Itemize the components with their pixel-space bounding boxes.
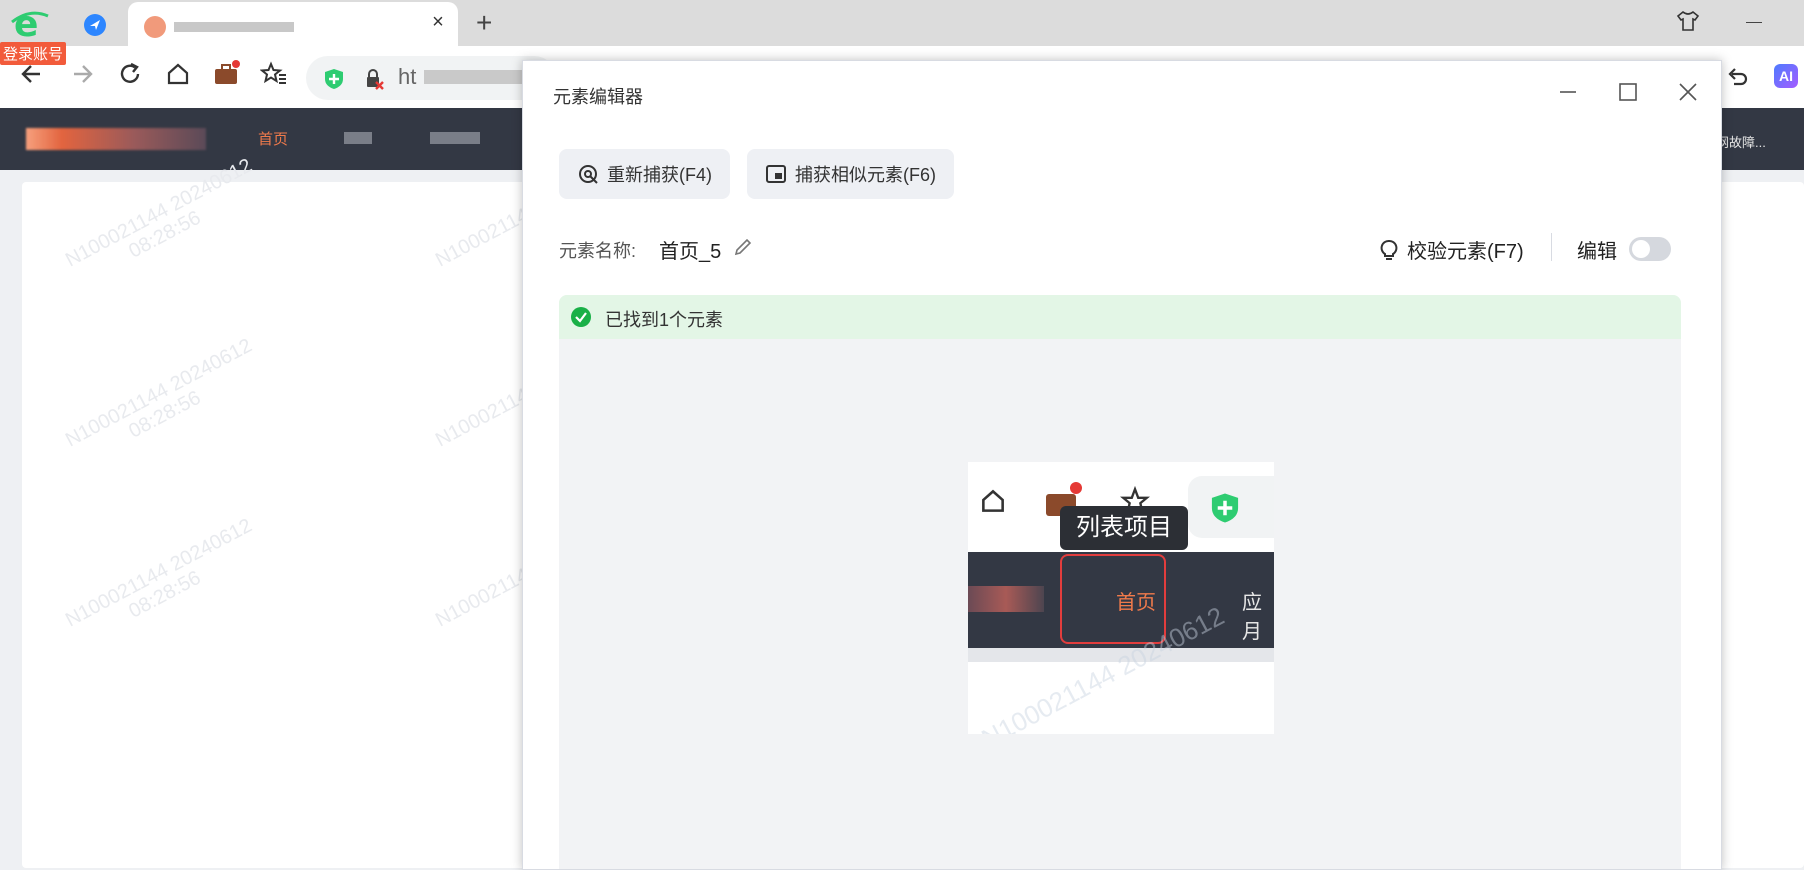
edit-toggle-switch[interactable] xyxy=(1629,237,1671,261)
element-name-label: 元素名称: xyxy=(559,241,637,261)
svg-text:e: e xyxy=(14,4,38,42)
element-name-value: 首页_5 xyxy=(659,241,722,263)
undo-icon[interactable] xyxy=(1724,64,1750,90)
new-tab-button[interactable]: + xyxy=(476,8,492,38)
watermark: N100021144 20240612 08:28:56 xyxy=(62,154,256,272)
verify-element-label: 校验元素(F7) xyxy=(1407,241,1524,263)
found-status-bar: 已找到1个元素 xyxy=(559,295,1681,339)
login-account-badge[interactable]: 登录账号 xyxy=(0,42,67,65)
edit-name-pencil-icon[interactable] xyxy=(733,237,753,257)
recapture-button[interactable]: 重新捕获(F4) xyxy=(559,149,730,199)
recapture-button-label: 重新捕获(F4) xyxy=(607,165,712,185)
window-minimize-button[interactable] xyxy=(1746,22,1762,23)
divider xyxy=(1551,233,1552,261)
tab-favicon-icon xyxy=(144,16,166,38)
site-header-right-text[interactable]: 网故障... xyxy=(1716,132,1766,151)
toggle-knob xyxy=(1632,240,1650,258)
dialog-title: 元素编辑器 xyxy=(553,87,643,107)
ai-assistant-button[interactable]: AI xyxy=(1774,64,1798,88)
preview-shield-icon xyxy=(1211,493,1239,523)
dialog-close-icon[interactable] xyxy=(1677,81,1699,103)
pinned-tab-icon[interactable] xyxy=(84,14,106,36)
tab-close-icon[interactable]: × xyxy=(428,12,448,32)
tab-title-blurred xyxy=(174,22,294,32)
preview-logo-blurred xyxy=(968,586,1044,612)
url-blurred xyxy=(424,70,524,84)
lightbulb-icon xyxy=(1380,239,1398,260)
captured-element-preview: 首页 应月 N100021144 20240612 列表项目 xyxy=(968,462,1274,734)
recapture-icon xyxy=(579,165,598,184)
site-nav-home[interactable]: 首页 xyxy=(258,128,288,149)
dialog-maximize-icon[interactable] xyxy=(1617,81,1639,103)
edit-toggle-label: 编辑 xyxy=(1577,241,1617,263)
watermark: N100021144 20240612 08:28:56 xyxy=(62,334,256,452)
preview-home-icon xyxy=(982,489,1004,512)
skin-shirt-icon[interactable] xyxy=(1676,10,1700,32)
forward-arrow-icon[interactable] xyxy=(68,60,96,88)
active-tab[interactable] xyxy=(128,2,458,46)
preview-address-bar xyxy=(1188,476,1274,538)
preview-app-text: 应月 xyxy=(1242,592,1262,643)
found-status-text: 已找到1个元素 xyxy=(605,310,724,330)
lock-warning-icon[interactable] xyxy=(364,68,384,90)
briefcase-icon[interactable] xyxy=(212,60,240,88)
url-text: ht xyxy=(398,64,417,89)
site-nav-item-blurred[interactable] xyxy=(430,132,480,144)
dialog-minimize-icon[interactable] xyxy=(1557,81,1579,103)
browser-tab-bar: e × + xyxy=(0,0,1804,46)
watermark: N100021144 20240612 08:28:56 xyxy=(62,514,256,632)
verify-element-button[interactable]: 校验元素(F7) xyxy=(1379,235,1524,264)
browser-logo-icon[interactable]: e xyxy=(10,4,50,42)
reload-icon[interactable] xyxy=(116,60,144,88)
capture-similar-button-label: 捕获相似元素(F6) xyxy=(795,165,936,185)
home-icon[interactable] xyxy=(164,60,192,88)
capture-similar-icon xyxy=(766,165,786,183)
capture-similar-button[interactable]: 捕获相似元素(F6) xyxy=(747,149,954,199)
site-nav-item-blurred[interactable] xyxy=(344,132,372,144)
captured-element-highlight xyxy=(1060,554,1166,644)
element-type-tooltip: 列表项目 xyxy=(1060,506,1188,550)
security-shield-icon[interactable] xyxy=(324,68,344,90)
success-check-icon xyxy=(571,307,591,327)
site-logo[interactable] xyxy=(26,128,206,150)
favorites-star-icon[interactable] xyxy=(260,60,288,88)
